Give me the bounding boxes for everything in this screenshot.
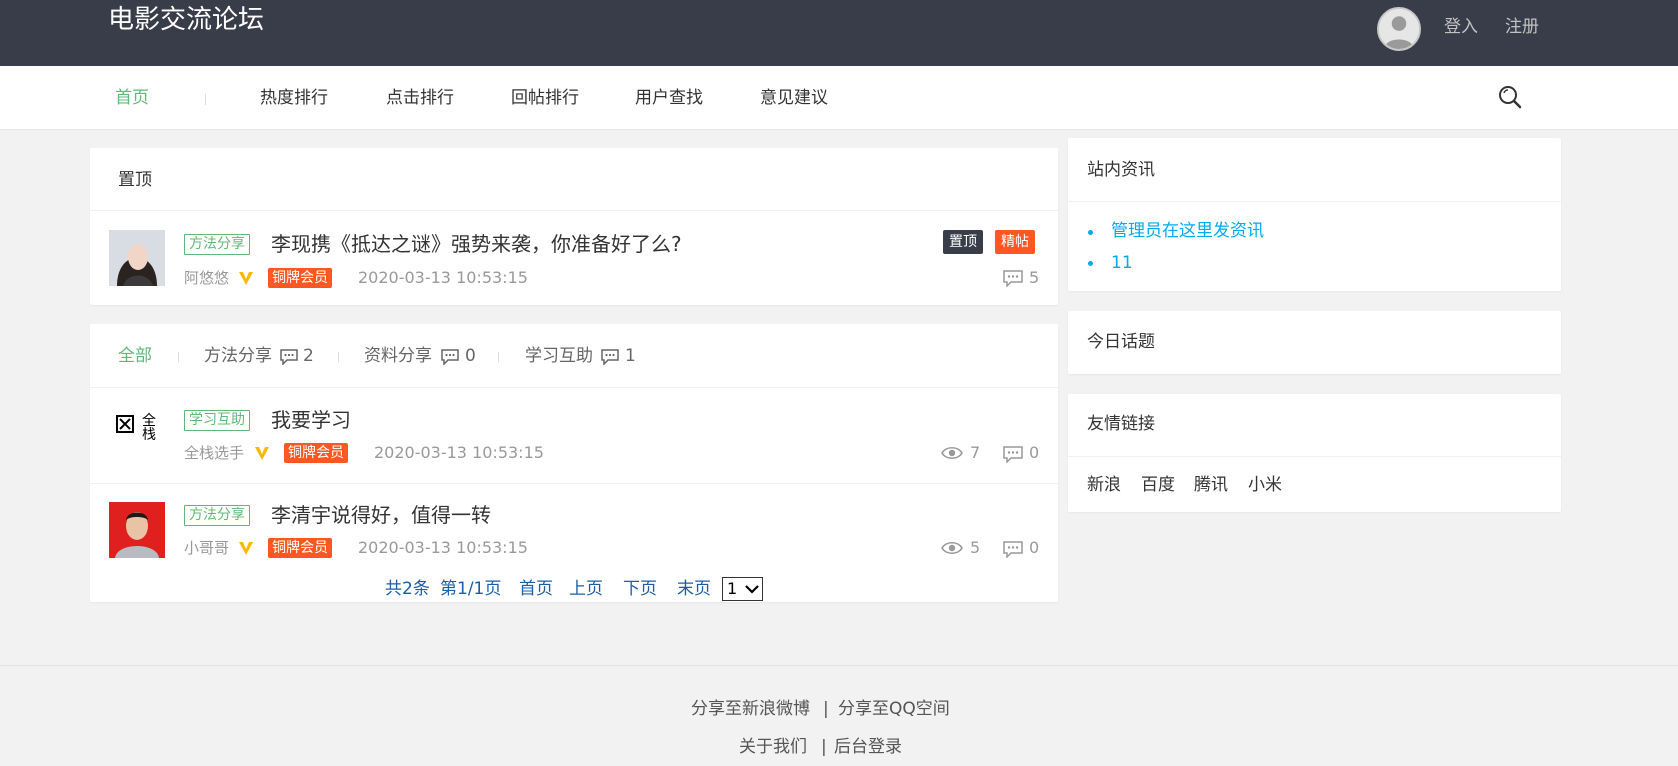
divider [90,483,1058,484]
vip-icon [255,447,269,460]
tab-resources[interactable]: 资料分享 [364,345,432,367]
today-topics-title: 今日话题 [1087,332,1155,352]
comment-icon [1003,541,1023,558]
post-time: 2020-03-13 10:53:15 [374,443,544,462]
pinned-title: 置顶 [118,170,152,190]
comment-icon [1003,446,1023,463]
footer-divider [0,665,1678,666]
author-name[interactable]: 全栈选手 [184,443,244,463]
main-nav: 首页 热度排行 点击排行 回帖排行 用户查找 意见建议 [0,66,1678,130]
news-item[interactable]: 11 [1111,252,1133,274]
nav-feedback[interactable]: 意见建议 [760,86,828,110]
view-count: 5 [970,538,981,557]
category-tag[interactable]: 学习互助 [184,410,250,431]
user-avatar-icon[interactable] [1377,7,1421,51]
post-title[interactable]: 我要学习 [271,407,351,433]
view-count: 7 [970,443,981,462]
vip-icon [239,272,253,285]
divider [1068,456,1561,457]
page-select-value: 1 [727,579,738,598]
share-qq-link[interactable]: 分享至QQ空间 [838,698,950,720]
post-title[interactable]: 李现携《抵达之谜》强势来袭，你准备好了么? [271,231,682,257]
author-name[interactable]: 小哥哥 [184,538,229,558]
site-news-title: 站内资讯 [1087,160,1155,180]
admin-login-link[interactable]: 后台登录 [834,736,902,758]
pagination-next[interactable]: 下页 [623,578,657,600]
tab-all[interactable]: 全部 [118,345,152,367]
divider [1068,201,1561,202]
site-title[interactable]: 电影交流论坛 [108,3,264,37]
page-select[interactable]: 1 [722,577,763,601]
nav-reply-rank[interactable]: 回帖排行 [511,86,579,110]
pagination-page-info: 第1/1页 [440,579,502,599]
comment-count: 5 [1029,268,1040,287]
tab-mutual-help[interactable]: 学习互助 [525,345,593,367]
friend-link-xiaomi[interactable]: 小米 [1248,474,1282,496]
search-icon[interactable] [1497,84,1523,110]
nav-click-rank[interactable]: 点击排行 [386,86,454,110]
tab-divider [178,352,179,362]
avatar[interactable] [109,230,165,286]
post-title[interactable]: 李清宇说得好，值得一转 [271,502,491,528]
nav-user-search[interactable]: 用户查找 [635,86,703,110]
divider [90,387,1058,388]
member-badge: 铜牌会员 [284,443,348,463]
top-header: 电影交流论坛 登入 注册 [0,0,1678,66]
register-link[interactable]: 注册 [1505,16,1539,38]
member-badge: 铜牌会员 [268,538,332,558]
share-weibo-link[interactable]: 分享至新浪微博 [691,698,810,720]
tab-mutual-help-count: 1 [625,346,636,366]
login-link[interactable]: 登入 [1444,16,1478,38]
avatar-alt-text: 全栈 [142,413,156,443]
comment-count: 0 [1029,538,1040,557]
avatar[interactable]: 全栈 [109,408,165,464]
tab-methods[interactable]: 方法分享 [204,345,272,367]
today-topics-panel: 今日话题 [1068,311,1561,374]
friend-link-baidu[interactable]: 百度 [1141,474,1175,496]
avatar[interactable] [109,502,165,558]
category-tag[interactable]: 方法分享 [184,234,250,255]
post-time: 2020-03-13 10:53:15 [358,538,528,557]
pagination-last[interactable]: 末页 [677,578,711,600]
category-tag[interactable]: 方法分享 [184,505,250,526]
nav-divider [205,94,206,105]
comment-icon [280,349,298,365]
eye-icon [941,541,963,555]
tab-methods-count: 2 [303,346,314,366]
nav-hot-rank[interactable]: 热度排行 [260,86,328,110]
comment-icon [441,349,459,365]
news-item[interactable]: 管理员在这里发资讯 [1111,220,1264,242]
list-bullet [1088,230,1093,235]
post-time: 2020-03-13 10:53:15 [358,268,528,287]
pinned-badge: 置顶 [943,230,983,254]
vip-icon [239,542,253,555]
list-bullet [1088,261,1093,266]
tab-resources-count: 0 [465,346,476,366]
pagination-first[interactable]: 首页 [519,578,553,600]
friend-links-title: 友情链接 [1087,414,1155,434]
author-name[interactable]: 阿悠悠 [184,268,229,288]
nav-home[interactable]: 首页 [115,86,149,110]
friend-link-sina[interactable]: 新浪 [1087,474,1121,496]
tab-divider [498,352,499,362]
pagination-total: 共2条 [385,579,430,599]
pinned-panel: 置顶 [90,148,1058,305]
divider [90,210,1058,211]
comment-count: 0 [1029,443,1040,462]
footer-separator: | [821,737,827,757]
comment-icon [601,349,619,365]
pagination-prev[interactable]: 上页 [569,578,603,600]
about-us-link[interactable]: 关于我们 [739,736,807,758]
comment-icon [1003,270,1023,287]
eye-icon [941,446,963,460]
friend-link-tencent[interactable]: 腾讯 [1194,474,1228,496]
featured-badge: 精帖 [995,230,1035,254]
site-news-panel: 站内资讯 [1068,138,1561,291]
member-badge: 铜牌会员 [268,268,332,288]
footer-separator: | [823,699,829,719]
chevron-down-icon [745,585,759,594]
tab-divider [338,352,339,362]
